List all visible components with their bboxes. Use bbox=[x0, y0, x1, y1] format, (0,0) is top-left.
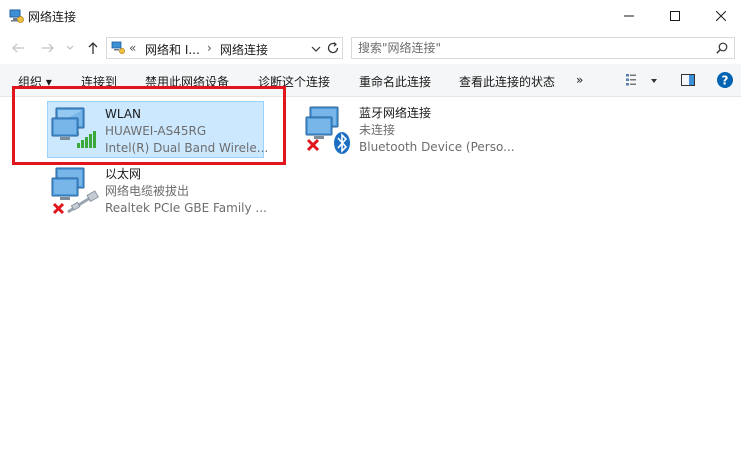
connection-status: 未连接 bbox=[359, 123, 396, 137]
title-bar: 网络连接 bbox=[0, 0, 741, 31]
disable-device-button[interactable]: 禁用此网络设备 bbox=[145, 73, 229, 90]
back-button[interactable] bbox=[10, 40, 26, 56]
connection-item-wlan[interactable]: WLAN HUAWEI-AS45RG Intel(R) Dual Band Wi… bbox=[47, 101, 268, 158]
bluetooth-network-icon bbox=[304, 103, 356, 155]
connection-item-bluetooth[interactable]: 蓝牙网络连接 未连接 Bluetooth Device (Perso... bbox=[302, 101, 522, 158]
address-bar[interactable]: « 网络和 I... › 网络连接 bbox=[106, 37, 343, 59]
breadcrumb-separator[interactable]: › bbox=[207, 41, 212, 55]
view-status-button[interactable]: 查看此连接的状态 bbox=[459, 73, 555, 90]
forward-arrow-icon bbox=[42, 43, 54, 53]
refresh-button[interactable] bbox=[326, 41, 340, 55]
svg-text:?: ? bbox=[722, 74, 729, 88]
connection-item-ethernet[interactable]: 以太网 网络电缆被拔出 Realtek PCIe GBE Family ... bbox=[48, 162, 268, 219]
maximize-button[interactable] bbox=[652, 0, 698, 31]
rename-connection-button[interactable]: 重命名此连接 bbox=[359, 73, 431, 90]
wifi-signal-icon bbox=[50, 104, 102, 156]
breadcrumb-network-and-internet[interactable]: 网络和 I... bbox=[145, 41, 200, 58]
connect-to-button[interactable]: 连接到 bbox=[81, 73, 117, 90]
up-arrow-icon bbox=[88, 42, 98, 54]
connection-device: Realtek PCIe GBE Family ... bbox=[105, 201, 267, 215]
connection-device: Bluetooth Device (Perso... bbox=[359, 140, 515, 154]
chevron-down-icon bbox=[311, 46, 321, 52]
up-button[interactable] bbox=[85, 40, 101, 56]
organize-menu-button[interactable]: 组织 ▾ bbox=[18, 73, 52, 90]
search-input[interactable] bbox=[358, 40, 698, 56]
recent-locations-button[interactable] bbox=[62, 40, 78, 56]
more-commands-button[interactable]: » bbox=[576, 73, 583, 87]
network-folder-icon bbox=[111, 41, 125, 55]
help-icon: ? bbox=[717, 72, 733, 88]
search-box[interactable] bbox=[351, 37, 735, 59]
maximize-icon bbox=[670, 10, 680, 21]
connection-device: Intel(R) Dual Band Wirele... bbox=[105, 141, 269, 155]
close-button[interactable] bbox=[698, 0, 741, 31]
disconnected-x-icon bbox=[52, 202, 65, 215]
minimize-button[interactable] bbox=[606, 0, 652, 31]
preview-pane-button[interactable] bbox=[680, 72, 696, 91]
connection-status: HUAWEI-AS45RG bbox=[105, 124, 207, 138]
connection-name: 蓝牙网络连接 bbox=[359, 106, 432, 120]
forward-button[interactable] bbox=[40, 40, 56, 56]
back-arrow-icon bbox=[12, 43, 24, 53]
command-bar: 组织 ▾ 连接到 禁用此网络设备 诊断这个连接 重命名此连接 查看此连接的状态 … bbox=[0, 64, 741, 97]
breadcrumb-overflow[interactable]: « bbox=[129, 41, 136, 55]
change-view-button[interactable] bbox=[625, 72, 643, 91]
navigation-bar: « 网络和 I... › 网络连接 bbox=[0, 31, 741, 64]
breadcrumb-network-connections[interactable]: 网络连接 bbox=[220, 41, 268, 58]
chevron-down-icon bbox=[651, 79, 657, 83]
preview-pane-icon bbox=[681, 74, 695, 86]
search-icon[interactable] bbox=[716, 42, 728, 54]
chevron-down-icon bbox=[66, 45, 74, 50]
view-options-icon bbox=[626, 74, 636, 86]
diagnose-connection-button[interactable]: 诊断这个连接 bbox=[258, 73, 330, 90]
connection-status: 网络电缆被拔出 bbox=[105, 184, 190, 198]
close-icon bbox=[716, 10, 726, 21]
refresh-icon bbox=[327, 42, 339, 54]
disconnected-x-icon bbox=[306, 138, 320, 152]
address-dropdown-button[interactable] bbox=[310, 43, 322, 55]
connection-name: 以太网 bbox=[105, 167, 142, 181]
window-title: 网络连接 bbox=[28, 10, 77, 24]
connection-name: WLAN bbox=[105, 107, 142, 121]
ethernet-network-icon bbox=[50, 164, 102, 216]
help-button[interactable]: ? bbox=[716, 71, 734, 92]
network-connections-app-icon bbox=[8, 8, 24, 24]
view-options-dropdown[interactable] bbox=[650, 74, 658, 88]
minimize-icon bbox=[624, 11, 634, 21]
bluetooth-icon bbox=[334, 132, 350, 154]
